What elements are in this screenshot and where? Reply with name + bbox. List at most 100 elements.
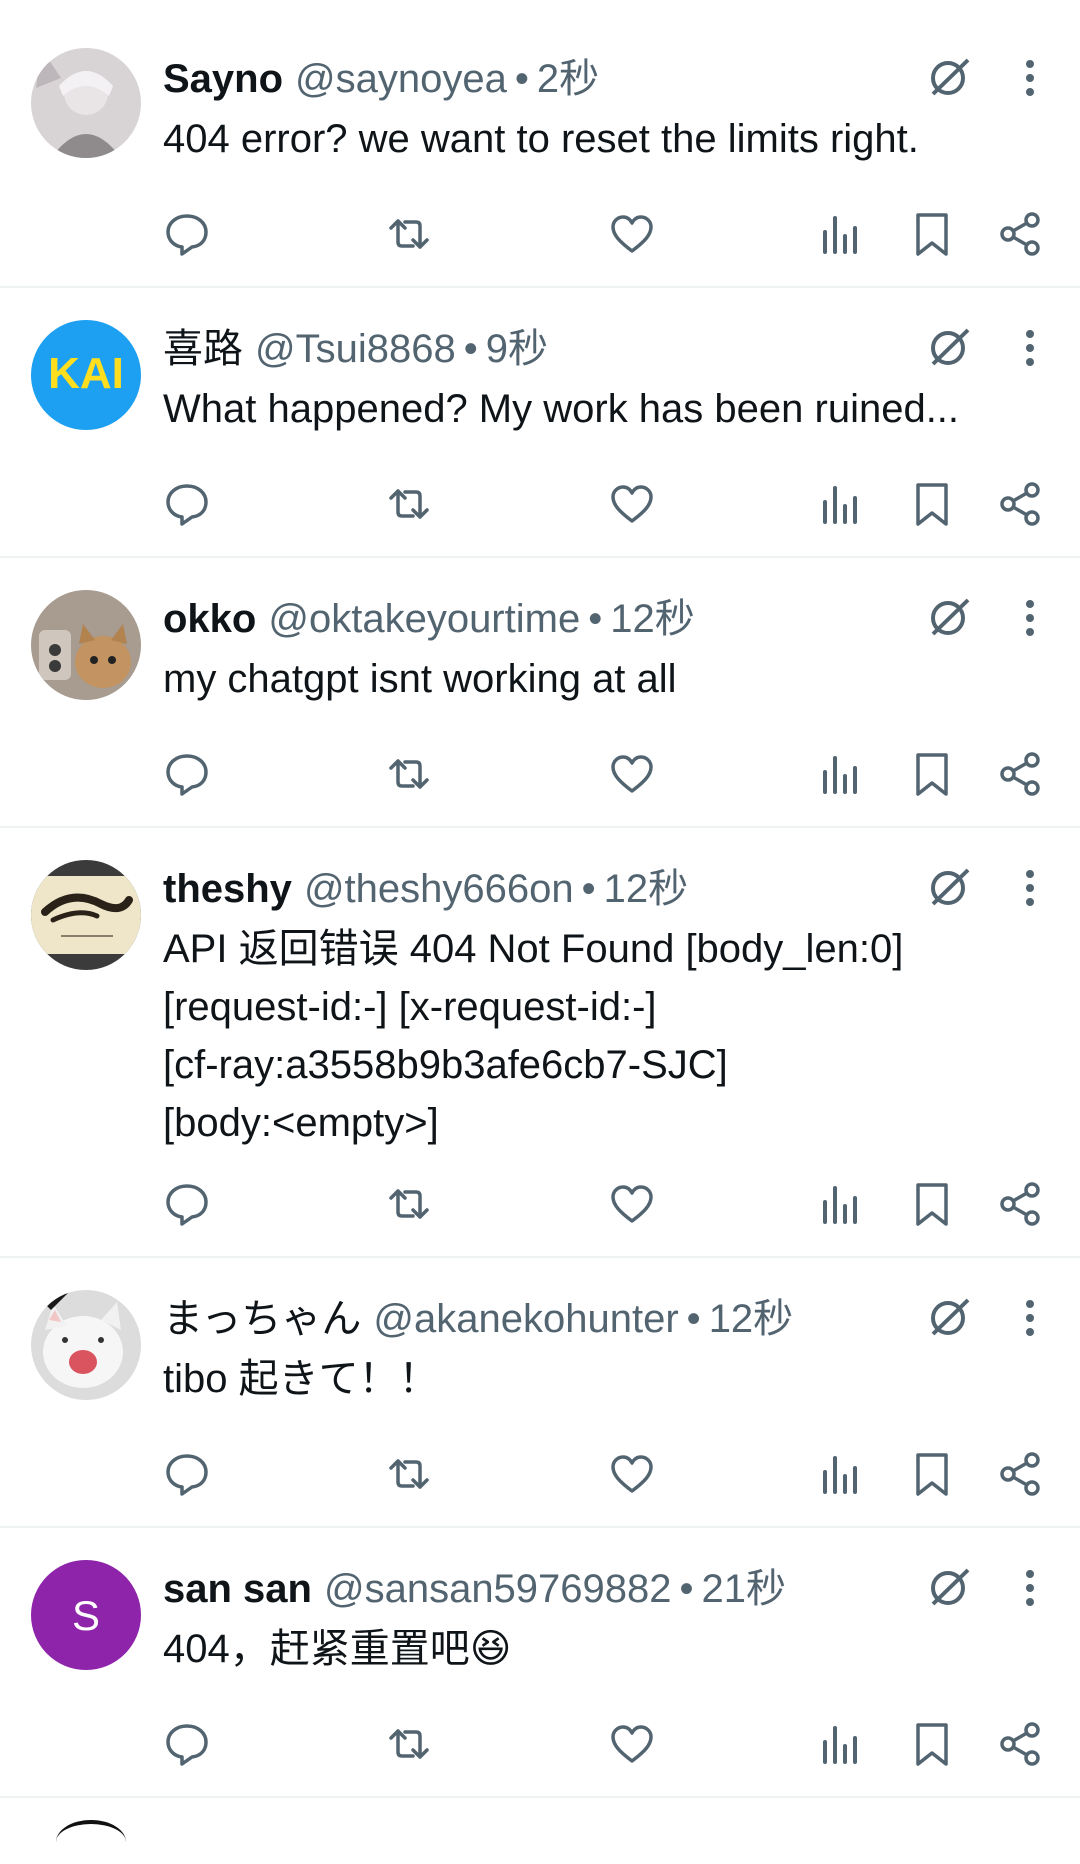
timestamp[interactable]: 12秒 <box>604 858 689 920</box>
more-icon[interactable] <box>1024 56 1036 100</box>
more-icon[interactable] <box>1024 1566 1036 1610</box>
grok-icon[interactable] <box>928 1296 972 1340</box>
post-text: my chatgpt isnt working at all <box>163 657 677 701</box>
post-text: What happened? My work has been ruined..… <box>163 387 960 431</box>
avatar-partial <box>56 1820 126 1864</box>
post-item[interactable]: okko @oktakeyourtime • 12秒 my chatgpt is… <box>0 558 1080 828</box>
reply-icon[interactable] <box>163 480 211 528</box>
repost-icon[interactable] <box>385 1450 433 1498</box>
views-icon[interactable] <box>816 1180 864 1228</box>
author-name[interactable]: Sayno <box>163 48 283 110</box>
author-handle[interactable]: @sansan59769882 <box>324 1558 672 1620</box>
separator-dot: • <box>686 1297 701 1341</box>
bookmark-icon[interactable] <box>908 210 956 258</box>
post-item[interactable]: まっちゃん @akanekohunter • 12秒 tibo 起きて！！ <box>0 1258 1080 1528</box>
more-icon[interactable] <box>1024 596 1036 640</box>
share-icon[interactable] <box>996 1720 1044 1768</box>
separator-dot: • <box>588 597 603 641</box>
share-icon[interactable] <box>996 480 1044 528</box>
repost-icon[interactable] <box>385 1180 433 1228</box>
timestamp[interactable]: 21秒 <box>702 1558 787 1620</box>
action-bar <box>163 1180 1080 1228</box>
like-icon[interactable] <box>608 1180 656 1228</box>
more-icon[interactable] <box>1024 866 1036 910</box>
action-bar <box>163 480 1080 528</box>
author-name[interactable]: okko <box>163 588 256 650</box>
author-name[interactable]: まっちゃん <box>163 1288 361 1350</box>
grok-icon[interactable] <box>928 56 972 100</box>
views-icon[interactable] <box>816 1720 864 1768</box>
author-handle[interactable]: @theshy666on <box>304 858 574 920</box>
timestamp[interactable]: 12秒 <box>709 1288 794 1350</box>
like-icon[interactable] <box>608 1450 656 1498</box>
repost-icon[interactable] <box>385 750 433 798</box>
avatar[interactable]: KAI <box>31 320 141 430</box>
bookmark-icon[interactable] <box>908 750 956 798</box>
bookmark-icon[interactable] <box>908 1450 956 1498</box>
like-icon[interactable] <box>608 1720 656 1768</box>
action-bar <box>163 210 1080 258</box>
author-handle[interactable]: @oktakeyourtime <box>268 588 580 650</box>
views-icon[interactable] <box>816 1450 864 1498</box>
more-icon[interactable] <box>1024 326 1036 370</box>
separator-dot: • <box>679 1567 694 1611</box>
author-handle[interactable]: @Tsui8868 <box>255 318 456 380</box>
post-text: API 返回错误 404 Not Found [body_len:0] [req… <box>163 927 904 1145</box>
post-text: 404，赶紧重置吧😆 <box>163 1627 512 1671</box>
separator-dot: • <box>463 327 478 371</box>
repost-icon[interactable] <box>385 210 433 258</box>
author-name[interactable]: san san <box>163 1558 312 1620</box>
bookmark-icon[interactable] <box>908 1180 956 1228</box>
share-icon[interactable] <box>996 750 1044 798</box>
author-handle[interactable]: @akanekohunter <box>373 1288 678 1350</box>
bookmark-icon[interactable] <box>908 480 956 528</box>
author-name[interactable]: 喜路 <box>163 318 243 380</box>
repost-icon[interactable] <box>385 1720 433 1768</box>
timestamp[interactable]: 2秒 <box>537 48 599 110</box>
author-name[interactable]: theshy <box>163 858 292 920</box>
repost-icon[interactable] <box>385 480 433 528</box>
more-icon[interactable] <box>1024 1296 1036 1340</box>
avatar[interactable] <box>31 860 141 970</box>
avatar[interactable]: S <box>31 1560 141 1670</box>
reply-icon[interactable] <box>163 210 211 258</box>
grok-icon[interactable] <box>928 596 972 640</box>
avatar[interactable] <box>31 1290 141 1400</box>
views-icon[interactable] <box>816 480 864 528</box>
avatar-text: S <box>72 1592 100 1639</box>
grok-icon[interactable] <box>928 866 972 910</box>
action-bar <box>163 1720 1080 1768</box>
grok-icon[interactable] <box>928 1566 972 1610</box>
post-item[interactable]: Sayno @saynoyea • 2秒 404 error? we want … <box>0 0 1080 288</box>
post-item[interactable]: KAI 喜路 @Tsui8868 • 9秒 What happened? My … <box>0 288 1080 558</box>
avatar[interactable] <box>31 590 141 700</box>
post-text: tibo 起きて！！ <box>163 1357 439 1401</box>
reply-icon[interactable] <box>163 750 211 798</box>
reply-icon[interactable] <box>163 1180 211 1228</box>
separator-dot: • <box>581 867 596 911</box>
like-icon[interactable] <box>608 210 656 258</box>
like-icon[interactable] <box>608 480 656 528</box>
timestamp[interactable]: 9秒 <box>486 318 548 380</box>
share-icon[interactable] <box>996 1450 1044 1498</box>
avatar-text: KAI <box>48 349 124 398</box>
avatar[interactable] <box>31 48 141 158</box>
timestamp[interactable]: 12秒 <box>610 588 695 650</box>
share-icon[interactable] <box>996 1180 1044 1228</box>
reply-feed: Sayno @saynoyea • 2秒 404 error? we want … <box>0 0 1080 1798</box>
action-bar <box>163 1450 1080 1498</box>
bookmark-icon[interactable] <box>908 1720 956 1768</box>
reply-icon[interactable] <box>163 1720 211 1768</box>
reply-icon[interactable] <box>163 1450 211 1498</box>
author-handle[interactable]: @saynoyea <box>295 48 507 110</box>
post-text: 404 error? we want to reset the limits r… <box>163 117 919 161</box>
views-icon[interactable] <box>816 750 864 798</box>
grok-icon[interactable] <box>928 326 972 370</box>
like-icon[interactable] <box>608 750 656 798</box>
post-item[interactable]: theshy @theshy666on • 12秒 API 返回错误 404 N… <box>0 828 1080 1258</box>
post-item[interactable]: S san san @sansan59769882 • 21秒 404，赶紧重置… <box>0 1528 1080 1798</box>
separator-dot: • <box>514 57 529 101</box>
views-icon[interactable] <box>816 210 864 258</box>
share-icon[interactable] <box>996 210 1044 258</box>
action-bar <box>163 750 1080 798</box>
